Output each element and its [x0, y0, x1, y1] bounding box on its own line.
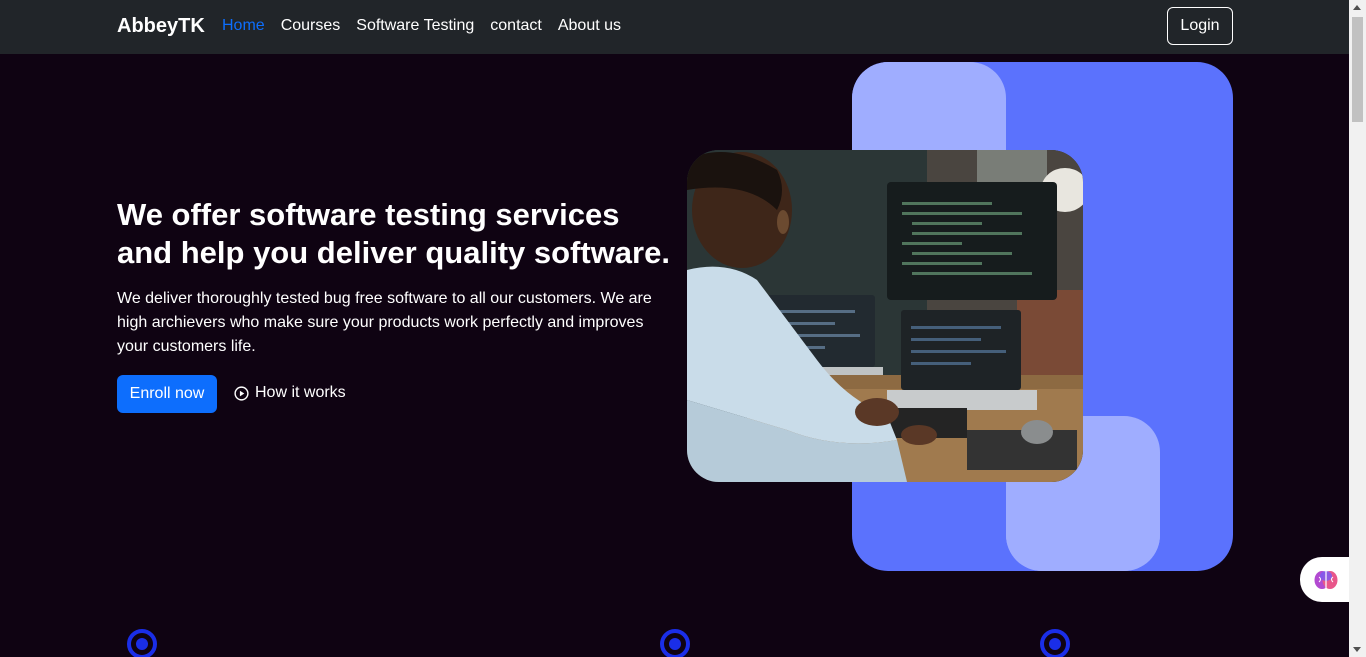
brain-icon [1314, 570, 1338, 589]
nav-link-about-us[interactable]: About us [558, 17, 621, 35]
brand-logo[interactable]: AbbeyTK [117, 15, 205, 38]
play-circle-icon [234, 385, 249, 401]
scroll-up-icon[interactable] [1353, 5, 1361, 10]
scroll-down-icon[interactable] [1353, 647, 1361, 652]
hero-title: We offer software testing services and h… [117, 197, 670, 270]
nav-link-home[interactable]: Home [222, 17, 265, 35]
feature-circle-icon [1040, 629, 1070, 657]
nav-link-contact[interactable]: contact [490, 17, 542, 35]
login-button[interactable]: Login [1167, 7, 1233, 45]
person-coding-photo [687, 150, 1083, 482]
nav-link-software-testing[interactable]: Software Testing [356, 17, 474, 35]
enroll-now-button[interactable]: Enroll now [117, 375, 217, 413]
how-it-works-link[interactable]: How it works [234, 384, 346, 402]
nav-link-courses[interactable]: Courses [281, 17, 341, 35]
nav-links: Home Courses Software Testing contact Ab… [222, 17, 637, 35]
feature-circle-icon [660, 629, 690, 657]
feature-circle-icon [127, 629, 157, 657]
scrollbar-thumb[interactable] [1352, 17, 1363, 122]
floating-assistant-widget[interactable] [1300, 557, 1352, 602]
how-it-works-label: How it works [255, 384, 346, 401]
top-navbar: AbbeyTK Home Courses Software Testing co… [0, 0, 1349, 54]
hero-image [687, 150, 1083, 482]
hero-description: We deliver thoroughly tested bug free so… [117, 290, 652, 355]
decorative-shape-bottom-fill [1006, 535, 1160, 571]
vertical-scrollbar[interactable] [1349, 0, 1366, 657]
